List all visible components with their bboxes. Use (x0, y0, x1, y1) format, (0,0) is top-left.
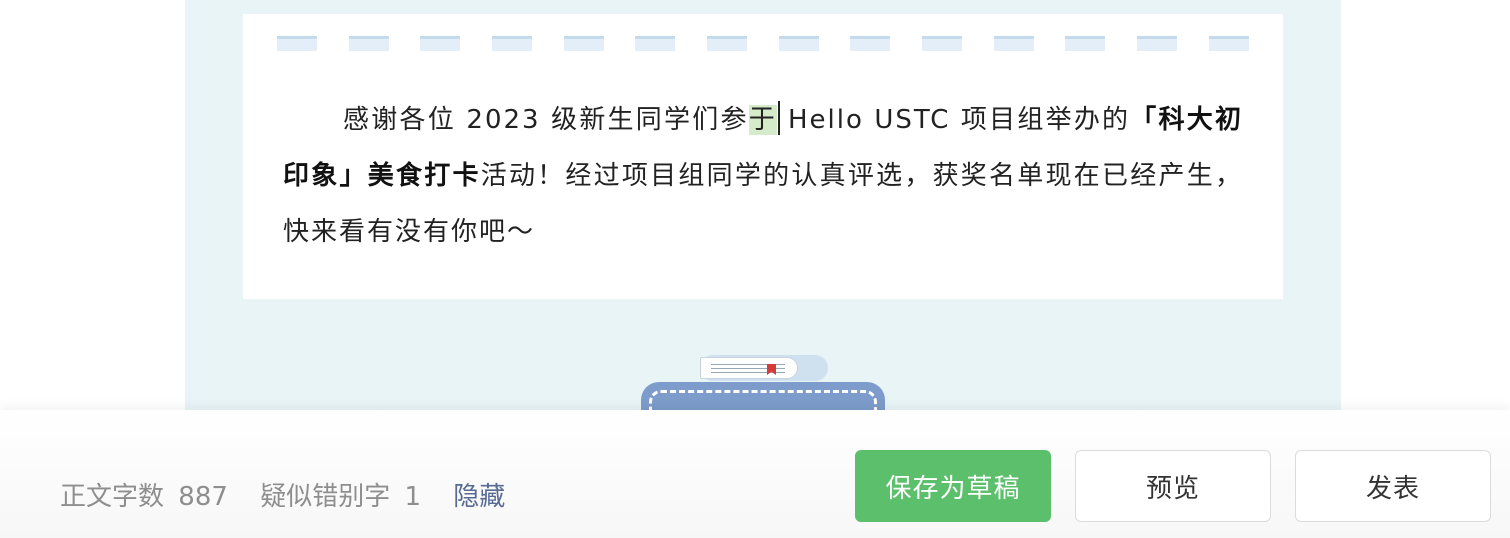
word-count-label: 正文字数 (60, 482, 165, 512)
save-draft-button[interactable]: 保存为草稿 (855, 450, 1051, 522)
typo-highlight[interactable]: 于 (748, 105, 777, 135)
typo-count-value: 1 (404, 482, 422, 512)
book-icon (700, 357, 798, 379)
text-cursor (777, 101, 780, 135)
word-count-value: 887 (178, 482, 228, 512)
text-segment: 感谢各位 2023 级新生同学们参 (343, 105, 749, 135)
editor-footer-bar: 正文字数 887 疑似错别字 1 隐藏 保存为草稿 预览 发表 (0, 410, 1510, 538)
text-segment: Hello USTC 项目组举办的 (787, 105, 1131, 135)
typo-label: 疑似错别字 (260, 482, 391, 512)
hide-typo-link[interactable]: 隐藏 (453, 482, 505, 512)
publish-button[interactable]: 发表 (1295, 450, 1491, 522)
bookmark-icon (767, 364, 776, 375)
decorative-dash-row (277, 36, 1257, 52)
preview-button[interactable]: 预览 (1075, 450, 1271, 522)
word-stats: 正文字数 887 疑似错别字 1 隐藏 (60, 476, 511, 513)
article-paragraph[interactable]: 感谢各位 2023 级新生同学们参于 Hello USTC 项目组举办的「科大初印… (283, 92, 1243, 260)
article-card: 感谢各位 2023 级新生同学们参于 Hello USTC 项目组举办的「科大初印… (243, 14, 1283, 299)
